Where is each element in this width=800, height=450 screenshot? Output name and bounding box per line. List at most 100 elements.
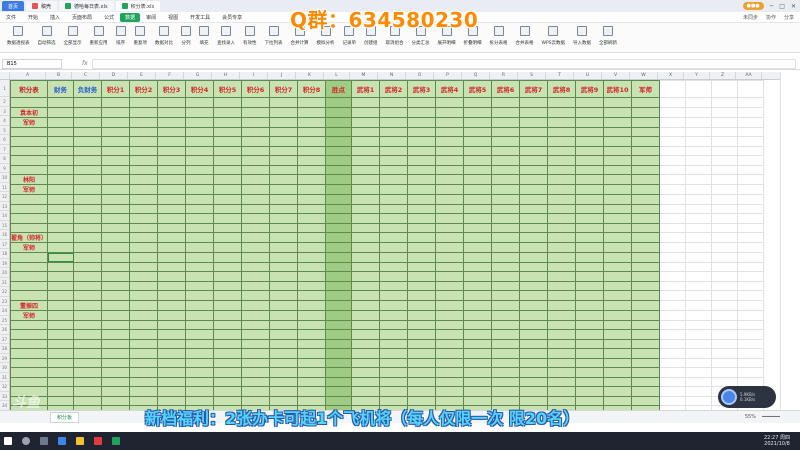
cell[interactable] [185,319,215,330]
column-letter[interactable]: Y [684,72,710,79]
cell[interactable] [213,299,243,311]
cell[interactable] [603,145,633,156]
cell[interactable] [351,232,381,243]
cell[interactable] [129,271,159,282]
cell[interactable] [737,319,765,330]
row-number[interactable]: 9 [0,164,9,173]
cell[interactable] [185,136,215,147]
cell[interactable] [129,145,159,156]
cell[interactable] [157,252,187,263]
column-letter[interactable]: AA [736,72,762,79]
cell[interactable] [351,252,381,263]
cell[interactable] [519,155,549,166]
cell[interactable] [435,290,465,301]
cell[interactable] [711,242,739,253]
cell[interactable] [435,319,465,330]
cell[interactable] [575,329,605,340]
cell[interactable] [491,106,521,118]
cell[interactable] [241,116,271,128]
sheet-tab-points[interactable]: 积分板 [50,411,80,423]
cell[interactable] [213,136,243,147]
cell[interactable] [491,338,521,349]
cell[interactable] [9,290,49,301]
cell[interactable] [297,213,327,224]
cell[interactable] [9,97,49,108]
cell[interactable] [603,174,633,185]
cell[interactable] [379,376,409,387]
cell[interactable] [659,155,687,166]
cell[interactable] [659,213,687,224]
cell[interactable] [157,348,187,359]
cell[interactable] [463,174,493,185]
cell[interactable] [631,155,661,166]
cell[interactable] [435,203,465,214]
cell[interactable] [269,116,299,128]
cell[interactable] [463,367,493,378]
cell[interactable] [73,261,103,272]
column-letter[interactable]: R [490,72,518,79]
cell[interactable] [463,203,493,214]
cell[interactable] [737,145,765,156]
cell[interactable] [185,194,215,205]
cell[interactable] [685,194,713,205]
cell[interactable] [101,280,131,291]
cell[interactable] [463,280,493,291]
cell[interactable] [603,184,633,195]
cell[interactable] [269,329,299,340]
cell[interactable] [101,348,131,359]
cell[interactable] [519,252,549,263]
cell[interactable] [737,271,765,282]
cell[interactable] [241,367,271,378]
cell[interactable] [157,290,187,301]
cell[interactable] [297,338,327,349]
cell[interactable] [685,164,713,175]
cell[interactable] [547,252,577,263]
column-header-cell[interactable]: 武将3 [407,80,437,98]
row-number[interactable]: 5 [0,126,9,135]
tab-points-sheet[interactable]: 积分表.xls [115,1,161,11]
column-header-cell[interactable]: 积分4 [185,80,215,98]
cell[interactable] [47,261,75,272]
cell[interactable] [711,164,739,175]
cell[interactable] [519,309,549,321]
cell[interactable] [269,309,299,321]
cell[interactable] [575,194,605,205]
cell[interactable] [297,97,327,108]
cell[interactable] [575,203,605,214]
zoom-slider[interactable]: ━━━━━━ [762,414,780,420]
cell[interactable] [547,126,577,137]
cell[interactable] [491,136,521,147]
cell[interactable] [269,290,299,301]
column-letter[interactable]: E [128,72,156,79]
cell[interactable] [241,348,271,359]
cell[interactable] [407,184,437,195]
cell[interactable] [185,290,215,301]
cell[interactable] [685,106,713,118]
cell[interactable] [9,261,49,272]
cell[interactable] [737,367,765,378]
cell[interactable] [101,184,131,195]
cell[interactable] [157,376,187,387]
cell[interactable] [129,184,159,195]
cell[interactable] [603,367,633,378]
cell[interactable] [101,395,131,406]
cell[interactable] [685,367,713,378]
column-letter[interactable]: H [212,72,240,79]
cell[interactable] [547,367,577,378]
edge-icon[interactable] [58,437,66,445]
cell[interactable] [737,261,765,272]
cell[interactable] [351,222,381,233]
cell[interactable] [711,97,739,108]
fx-icon[interactable]: fx [82,60,88,67]
vertical-scrollbar[interactable] [780,72,800,410]
cell[interactable] [631,252,661,263]
cell[interactable] [241,319,271,330]
cell[interactable] [407,319,437,330]
cell[interactable] [101,126,131,137]
cell[interactable] [547,184,577,195]
cell[interactable] [463,319,493,330]
cell[interactable] [711,299,739,311]
cell[interactable] [129,213,159,224]
cell[interactable] [101,116,131,128]
cell[interactable] [631,242,661,253]
